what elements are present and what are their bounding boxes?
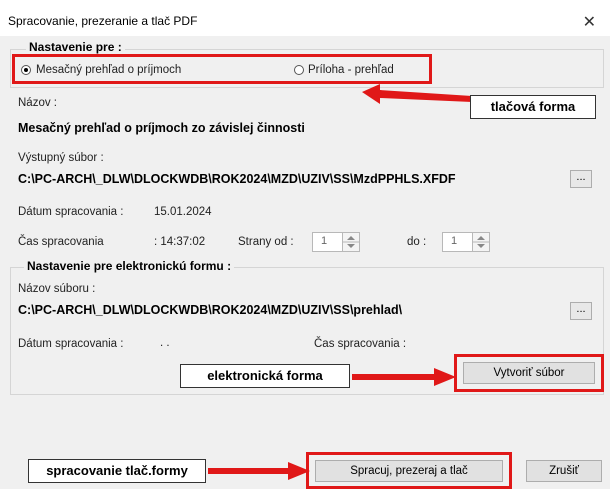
- output-file-label: Výstupný súbor :: [18, 152, 104, 164]
- e-date-label: Dátum spracovania :: [18, 338, 124, 350]
- arrow-electronic-form: [352, 368, 456, 386]
- e-time-label: Čas spracovania :: [314, 338, 407, 350]
- processing-date-label: Dátum spracovania :: [18, 206, 124, 218]
- close-icon[interactable]: ✕: [583, 12, 596, 32]
- create-file-button[interactable]: Vytvoriť súbor: [463, 362, 595, 384]
- processing-time-label: Čas spracovania: [18, 236, 104, 248]
- process-view-print-button[interactable]: Spracuj, prezeraj a tlač: [315, 460, 503, 482]
- title-bar: Spracovanie, prezeranie a tlač PDF ✕: [0, 6, 610, 36]
- pages-from-label: Strany od :: [238, 236, 294, 248]
- radio-unchecked-icon: [294, 65, 304, 75]
- pages-to-value: 1: [451, 235, 458, 247]
- print-setting-legend: Nastavenie pre :: [26, 40, 125, 54]
- file-name-browse-button[interactable]: ...: [570, 302, 592, 320]
- file-name-label: Názov súboru :: [18, 283, 96, 295]
- radio-attachment-label: Príloha - prehľad: [308, 64, 394, 76]
- cancel-button[interactable]: Zrušiť: [526, 460, 602, 482]
- file-name-path[interactable]: C:\PC-ARCH\_DLW\DLOCKWDB\ROK2024\MZD\UZI…: [18, 303, 563, 317]
- radio-attachment-overview[interactable]: Príloha - prehľad: [294, 64, 414, 78]
- pages-from-spin-icon[interactable]: [342, 233, 359, 251]
- pages-from-stepper[interactable]: 1: [312, 232, 360, 252]
- pages-to-stepper[interactable]: 1: [442, 232, 490, 252]
- arrow-print-form: [362, 84, 472, 104]
- radio-monthly-label: Mesačný prehľad o príjmoch: [36, 64, 182, 76]
- electronic-form-legend: Nastavenie pre elektronickú formu :: [24, 259, 235, 273]
- processing-time-value: : 14:37:02: [154, 236, 206, 248]
- pages-to-label: do :: [407, 236, 427, 248]
- arrow-processing: [208, 462, 310, 480]
- callout-electronic-form: elektronická forma: [180, 364, 350, 388]
- output-file-browse-button[interactable]: ...: [570, 170, 592, 188]
- radio-checked-icon: [21, 65, 31, 75]
- window-title: Spracovanie, prezeranie a tlač PDF: [8, 14, 198, 28]
- output-file-path[interactable]: C:\PC-ARCH\_DLW\DLOCKWDB\ROK2024\MZD\UZI…: [18, 172, 563, 186]
- callout-processing: spracovanie tlač.formy: [28, 459, 206, 483]
- processing-date-value: 15.01.2024: [154, 206, 212, 218]
- pages-to-spin-icon[interactable]: [472, 233, 489, 251]
- radio-monthly-overview[interactable]: Mesačný prehľad o príjmoch: [21, 64, 181, 78]
- report-name: Mesačný prehľad o príjmoch zo závislej č…: [18, 121, 305, 135]
- callout-print-form: tlačová forma: [470, 95, 596, 119]
- pages-from-value: 1: [321, 235, 328, 247]
- name-label: Názov :: [18, 97, 57, 109]
- e-date-value: . .: [160, 337, 170, 349]
